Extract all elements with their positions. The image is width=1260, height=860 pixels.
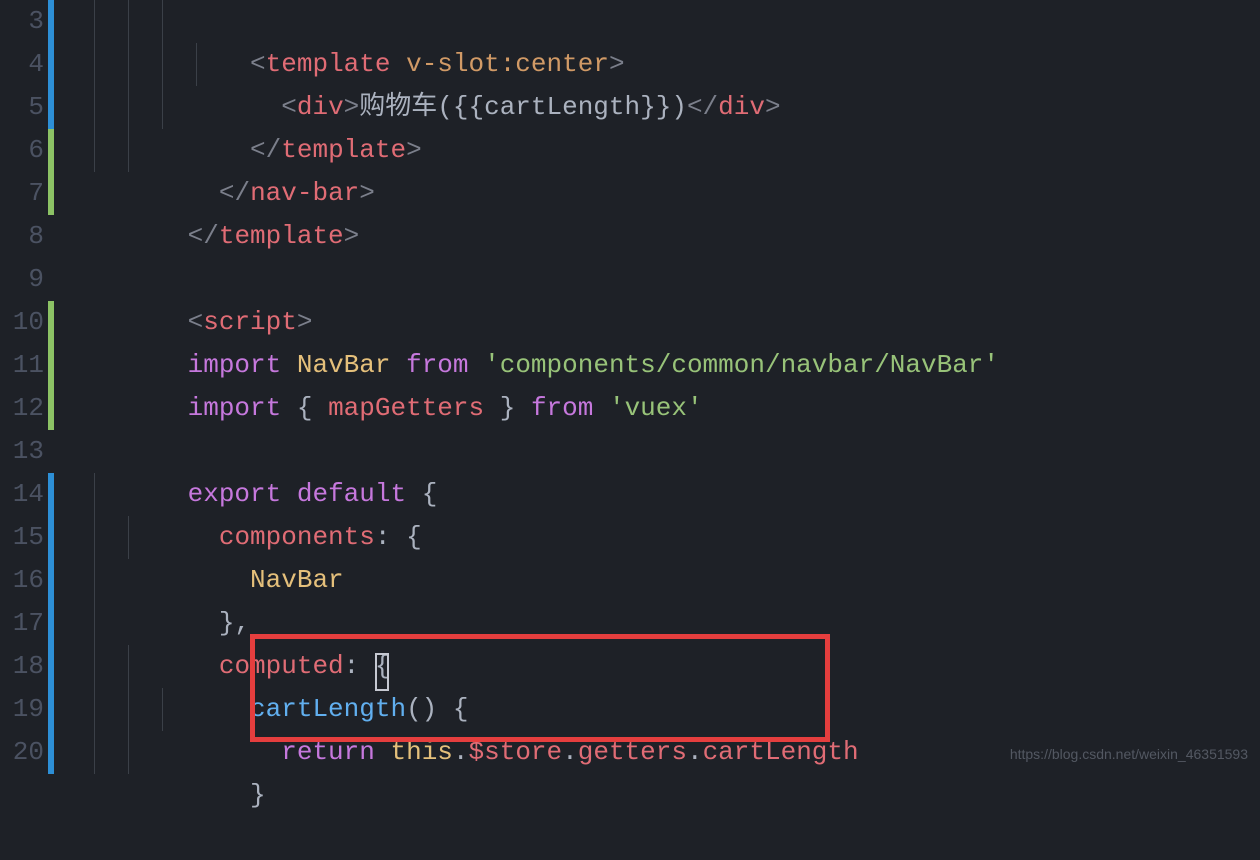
code-line[interactable]: return this.$store.getters.cartLength	[94, 688, 1260, 731]
code-content[interactable]: <template v-slot:center> <div>购物车({{cart…	[54, 0, 1260, 774]
line-number: 8	[0, 215, 48, 258]
code-line[interactable]: export default {	[94, 430, 1260, 473]
code-line[interactable]: <template v-slot:center>	[94, 0, 1260, 43]
code-line[interactable]: <div>购物车({{cartLength}})</div>	[94, 43, 1260, 86]
line-number: 20	[0, 731, 48, 774]
line-number: 19	[0, 688, 48, 731]
code-line[interactable]: cartLength() {	[94, 645, 1260, 688]
line-number: 9	[0, 258, 48, 301]
line-number: 10	[0, 301, 48, 344]
line-number: 13	[0, 430, 48, 473]
code-editor[interactable]: 3 4 5 6 7 8 9 10 11 12 13 14 15 16 17 18…	[0, 0, 1260, 774]
code-line[interactable]	[94, 215, 1260, 258]
code-line[interactable]: computed: {	[94, 602, 1260, 645]
watermark: https://blog.csdn.net/weixin_46351593	[1010, 746, 1248, 762]
line-number: 3	[0, 0, 48, 43]
line-number-gutter: 3 4 5 6 7 8 9 10 11 12 13 14 15 16 17 18…	[0, 0, 48, 774]
line-number: 5	[0, 86, 48, 129]
line-number: 6	[0, 129, 48, 172]
line-number: 12	[0, 387, 48, 430]
code-line[interactable]: components: {	[94, 473, 1260, 516]
line-number: 15	[0, 516, 48, 559]
line-number: 16	[0, 559, 48, 602]
code-line[interactable]: </template>	[94, 86, 1260, 129]
line-number: 11	[0, 344, 48, 387]
code-line[interactable]	[94, 387, 1260, 430]
line-number: 4	[0, 43, 48, 86]
line-number: 14	[0, 473, 48, 516]
code-line[interactable]: <script>	[94, 258, 1260, 301]
code-line[interactable]: import { mapGetters } from 'vuex'	[94, 344, 1260, 387]
code-line[interactable]: </template>	[94, 172, 1260, 215]
code-line[interactable]: NavBar	[94, 516, 1260, 559]
line-number: 7	[0, 172, 48, 215]
line-number: 17	[0, 602, 48, 645]
line-number: 18	[0, 645, 48, 688]
code-line[interactable]: </nav-bar>	[94, 129, 1260, 172]
code-line[interactable]: },	[94, 559, 1260, 602]
code-line[interactable]: import NavBar from 'components/common/na…	[94, 301, 1260, 344]
